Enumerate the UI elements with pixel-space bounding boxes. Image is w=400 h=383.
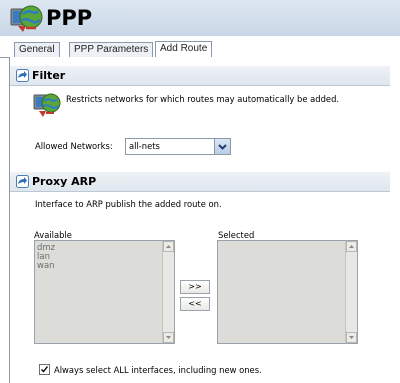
section-arrow-icon: [16, 175, 29, 188]
proxy-arp-heading: Proxy ARP: [32, 175, 97, 188]
allowed-networks-label: Allowed Networks:: [35, 141, 113, 151]
add-button[interactable]: >>: [180, 280, 210, 294]
tab-general[interactable]: General: [14, 42, 60, 58]
selected-label: Selected: [218, 230, 255, 240]
chevron-down-icon: [218, 144, 227, 150]
tab-add-route[interactable]: Add Route: [155, 41, 213, 58]
section-arrow-icon: [16, 69, 29, 82]
checkmark-icon: [41, 366, 49, 373]
scrollbar[interactable]: [345, 241, 357, 343]
dropdown-button[interactable]: [214, 139, 230, 154]
always-select-checkbox[interactable]: [39, 364, 50, 375]
filter-network-icon: [33, 92, 63, 120]
allowed-networks-value: all-nets: [129, 141, 160, 151]
scroll-up-icon[interactable]: [346, 241, 357, 252]
network-globe-icon: [10, 2, 44, 36]
scroll-down-icon[interactable]: [346, 332, 357, 343]
always-select-label: Always select ALL interfaces, including …: [54, 365, 262, 375]
filter-section-header: [10, 66, 390, 86]
available-label: Available: [34, 230, 72, 240]
list-item[interactable]: wan: [37, 261, 55, 271]
filter-heading: Filter: [32, 69, 66, 82]
page-title: PPP: [46, 6, 93, 30]
allowed-networks-select[interactable]: all-nets: [125, 138, 231, 155]
tab-ppp-parameters[interactable]: PPP Parameters: [69, 42, 154, 58]
scroll-down-icon[interactable]: [163, 332, 174, 343]
filter-description: Restricts networks for which routes may …: [66, 94, 340, 104]
scrollbar[interactable]: [162, 241, 174, 343]
scroll-up-icon[interactable]: [163, 241, 174, 252]
remove-button[interactable]: <<: [180, 297, 210, 311]
available-listbox[interactable]: dmz lan wan: [34, 240, 175, 344]
proxy-arp-description: Interface to ARP publish the added route…: [35, 199, 222, 209]
selected-listbox[interactable]: [217, 240, 358, 344]
